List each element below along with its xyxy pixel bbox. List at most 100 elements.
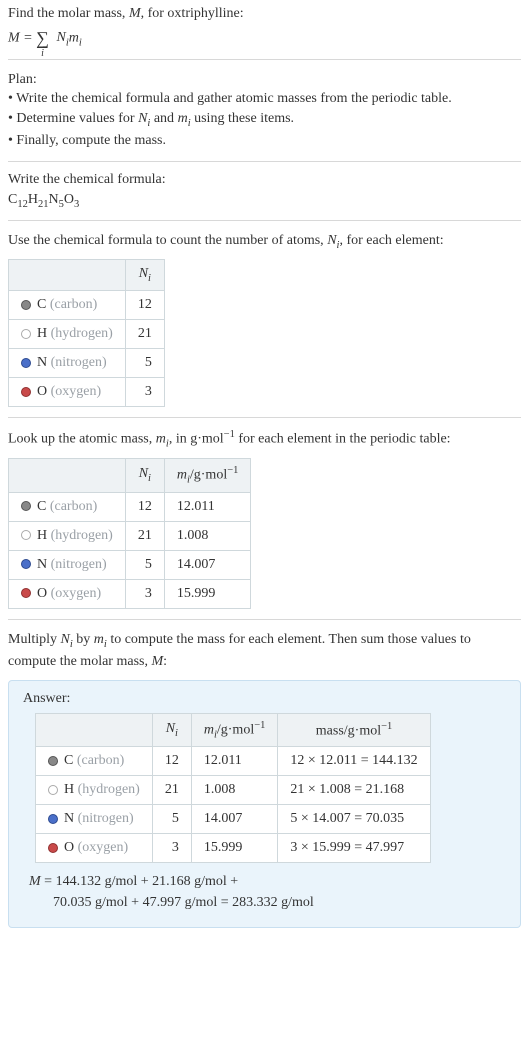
cf-O-n: 3 (74, 199, 79, 210)
ahm: m (204, 722, 214, 737)
table-row: N (nitrogen) 5 14.007 5 × 14.007 = 70.03… (36, 805, 431, 834)
n-cell: 5 (125, 348, 164, 377)
sigma: ∑ (36, 28, 49, 48)
el-name: (hydrogen) (51, 528, 113, 543)
element-cell: N (nitrogen) (36, 805, 153, 834)
swatch-icon (48, 814, 58, 824)
cf-C: C (8, 192, 17, 207)
table-header-row: Ni (9, 260, 165, 291)
cf-N: N (48, 192, 58, 207)
ahmus: −1 (254, 720, 265, 731)
plan2-mid: and (150, 111, 177, 126)
el-name: (carbon) (77, 753, 124, 768)
lookup-block: Look up the atomic mass, mi, in g·mol−1 … (8, 428, 521, 609)
header-mass: mass/g·mol−1 (278, 713, 430, 746)
m-cell: 15.999 (191, 834, 278, 863)
mult-post: : (163, 654, 167, 669)
count-pre: Use the chemical formula to count the nu… (8, 233, 327, 248)
lookup-pre: Look up the atomic mass, (8, 432, 156, 447)
plan-item-1: • Write the chemical formula and gather … (8, 89, 521, 109)
mult-M: M (151, 654, 163, 669)
sum-symbol-block: ∑i (36, 28, 49, 49)
intro-M: M (129, 6, 141, 21)
divider (8, 417, 521, 418)
multiply-block: Multiply Ni by mi to compute the mass fo… (8, 630, 521, 672)
calc-cell: 5 × 14.007 = 70.035 (278, 805, 430, 834)
m-cell: 12.011 (164, 492, 251, 521)
divider (8, 161, 521, 162)
formula-mi-i: i (79, 37, 82, 48)
count-post: , for each element: (339, 233, 443, 248)
answer-table: Ni mi/g·mol−1 mass/g·mol−1 C (carbon) 12… (35, 713, 431, 863)
calc-cell: 21 × 1.008 = 21.168 (278, 776, 430, 805)
amass: mass/g·mol (316, 723, 381, 738)
element-cell: C (carbon) (36, 747, 153, 776)
hN: N (139, 466, 148, 481)
header-Ni: Ni (125, 459, 164, 492)
intro-block: Find the molar mass, M, for oxtriphyllin… (8, 4, 521, 49)
ahmu: /g·mol (217, 722, 254, 737)
intro-text: Find the molar mass, M, for oxtriphyllin… (8, 4, 521, 24)
table-row: H (hydrogen) 21 1.008 (9, 521, 251, 550)
hNs: i (148, 473, 151, 484)
formula-Ni-N: N (56, 30, 65, 45)
n-cell: 21 (152, 776, 191, 805)
header-mi: mi/g·mol−1 (191, 713, 278, 746)
hm: m (177, 468, 187, 483)
divider (8, 59, 521, 60)
el-sym: H (37, 528, 47, 543)
cf-H: H (28, 192, 38, 207)
table-header-row: Ni mi/g·mol−1 mass/g·mol−1 (36, 713, 431, 746)
el-name: (oxygen) (51, 586, 102, 601)
el-sym: N (64, 811, 74, 826)
mult-m: m (94, 632, 104, 647)
chemical-formula: C12H21N5O3 (8, 192, 521, 210)
molar-mass-formula: M = ∑i Nimi (8, 28, 521, 49)
formula-M: M (8, 30, 20, 45)
m-cell: 14.007 (191, 805, 278, 834)
count-table: Ni C (carbon) 12 H (hydrogen) 21 N (nitr… (8, 259, 165, 407)
n-cell: 21 (125, 319, 164, 348)
el-name: (nitrogen) (51, 557, 107, 572)
swatch-icon (21, 530, 31, 540)
answer-title: Answer: (23, 691, 506, 707)
table-header-row: Ni mi/g·mol−1 (9, 459, 251, 492)
el-name: (hydrogen) (78, 782, 140, 797)
final-line1: = 144.132 g/mol + 21.168 g/mol + (41, 874, 239, 889)
m-cell: 1.008 (191, 776, 278, 805)
swatch-icon (21, 358, 31, 368)
intro-post: , for oxtriphylline: (141, 6, 244, 21)
el-name: (hydrogen) (51, 326, 113, 341)
final-result: M = 144.132 g/mol + 21.168 g/mol + 70.03… (23, 871, 506, 913)
swatch-icon (21, 559, 31, 569)
el-sym: C (37, 499, 46, 514)
count-atoms-text: Use the chemical formula to count the nu… (8, 231, 521, 253)
element-cell: H (hydrogen) (9, 521, 126, 550)
el-sym: O (37, 586, 47, 601)
el-sym: H (64, 782, 74, 797)
table-row: C (carbon) 12 12.011 (9, 492, 251, 521)
table-row: N (nitrogen) 5 14.007 (9, 550, 251, 579)
el-sym: H (37, 326, 47, 341)
element-cell: O (oxygen) (9, 579, 126, 608)
el-name: (carbon) (50, 499, 97, 514)
plan2-post: using these items. (191, 111, 294, 126)
lookup-sup: −1 (224, 429, 235, 440)
write-formula-title: Write the chemical formula: (8, 172, 521, 188)
header-Ni: Ni (125, 260, 164, 291)
table-row: H (hydrogen) 21 1.008 21 × 1.008 = 21.16… (36, 776, 431, 805)
swatch-icon (21, 387, 31, 397)
element-cell: N (nitrogen) (9, 348, 126, 377)
multiply-text: Multiply Ni by mi to compute the mass fo… (8, 630, 521, 672)
hunit: /g·mol (190, 468, 227, 483)
answer-block: Answer: Ni mi/g·mol−1 mass/g·mol−1 C (ca… (8, 680, 521, 928)
table-row: O (oxygen) 3 15.999 (9, 579, 251, 608)
m-cell: 14.007 (164, 550, 251, 579)
formula-eq: = (20, 30, 36, 45)
el-sym: O (37, 384, 47, 399)
calc-cell: 12 × 12.011 = 144.132 (278, 747, 430, 776)
header-empty (9, 260, 126, 291)
lookup-m: m (156, 432, 166, 447)
header-N-letter: N (139, 266, 148, 281)
plan-title: Plan: (8, 70, 521, 90)
